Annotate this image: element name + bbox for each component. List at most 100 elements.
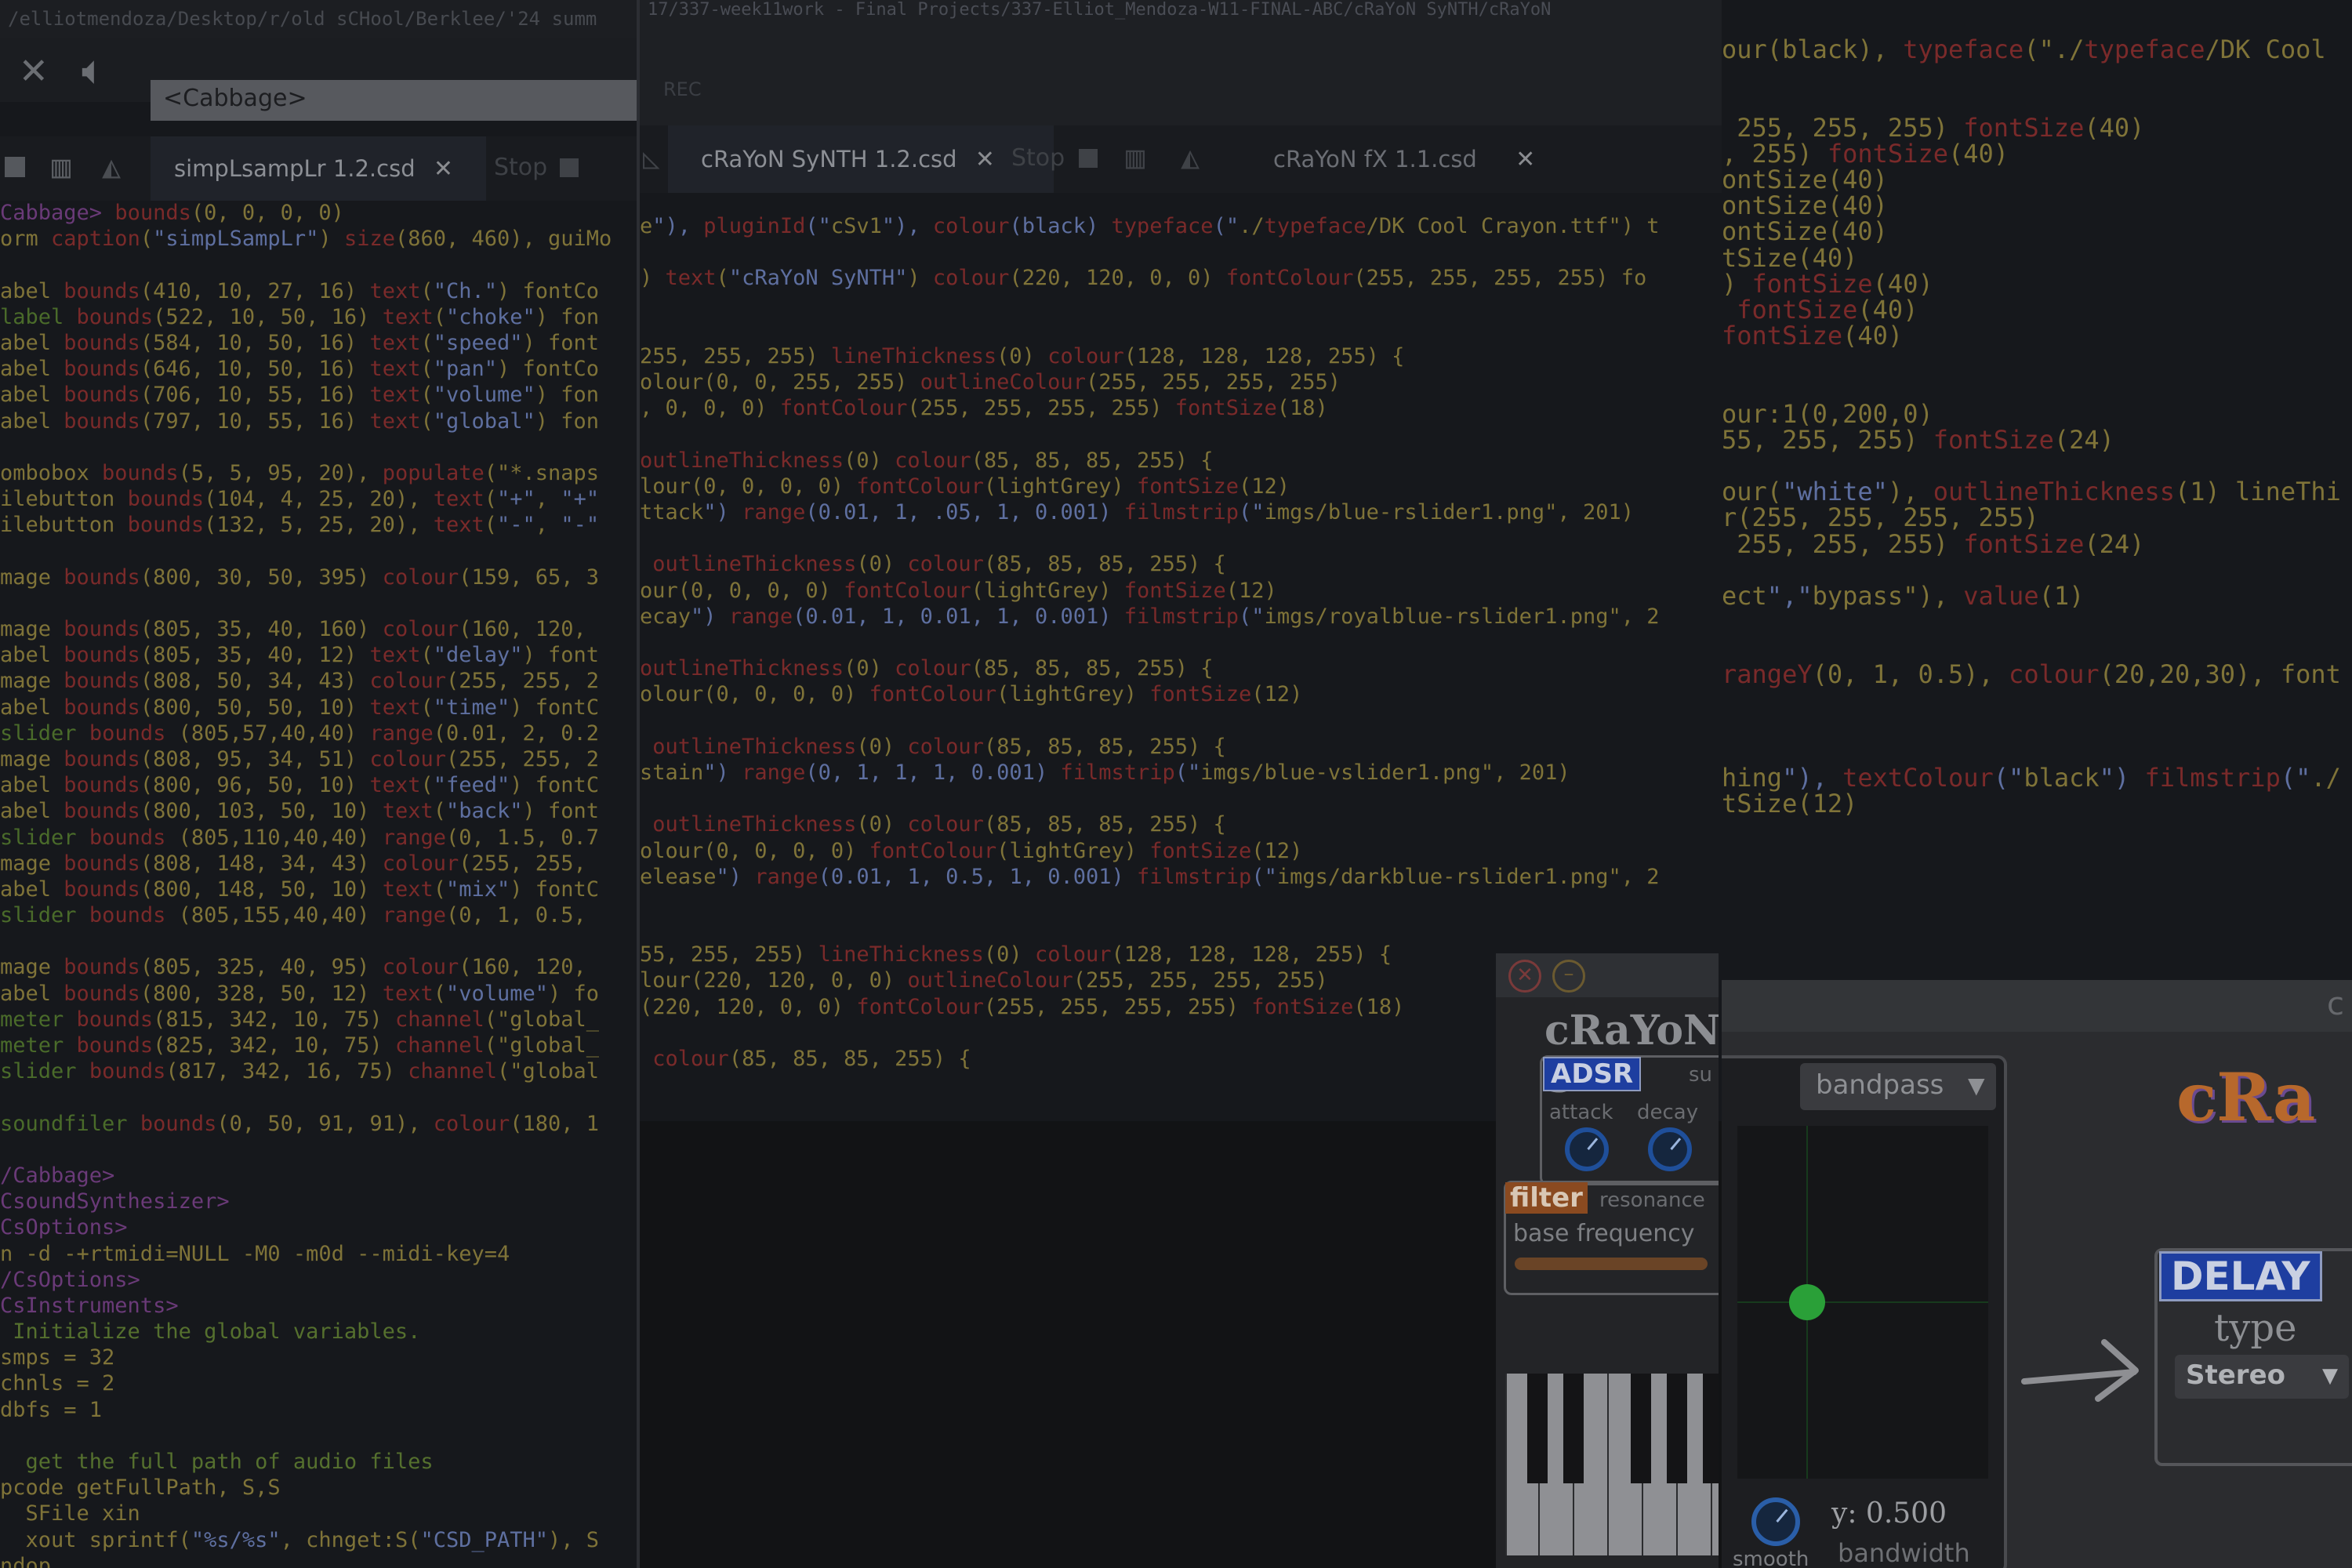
- code-line[interactable]: abel bounds(706, 10, 55, 16) text("volum…: [0, 382, 637, 408]
- code-line[interactable]: outlineThickness(0) colour(85, 85, 85, 2…: [640, 448, 1722, 474]
- left-stop-square-icon[interactable]: [560, 158, 579, 177]
- code-line[interactable]: olour(0, 0, 255, 255) outlineColour(255,…: [640, 369, 1722, 395]
- code-line[interactable]: mage bounds(800, 30, 50, 395) colour(159…: [0, 564, 637, 590]
- code-line[interactable]: mage bounds(808, 50, 34, 43) colour(255,…: [0, 668, 637, 694]
- middle-stop-square-icon[interactable]: [1079, 149, 1098, 168]
- code-line[interactable]: ontSize(40): [1722, 165, 2352, 194]
- code-line[interactable]: [0, 434, 637, 460]
- code-line[interactable]: [1722, 633, 2352, 659]
- decay-knob[interactable]: [1648, 1127, 1692, 1171]
- code-line[interactable]: our(black), typeface("./typeface/DK Cool: [1722, 34, 2352, 64]
- piano-black-key[interactable]: [1631, 1374, 1651, 1483]
- code-line[interactable]: [640, 630, 1722, 655]
- code-line[interactable]: tSize(40): [1722, 243, 2352, 273]
- code-line[interactable]: lour(0, 0, 0, 0) fontColour(lightGrey) f…: [640, 474, 1722, 499]
- code-line[interactable]: [1722, 372, 2352, 398]
- code-line[interactable]: dbfs = 1: [0, 1397, 637, 1423]
- code-line[interactable]: [640, 890, 1722, 916]
- code-line[interactable]: outlineThickness(0) colour(85, 85, 85, 2…: [640, 551, 1722, 577]
- code-line[interactable]: mage bounds(808, 148, 34, 43) colour(255…: [0, 851, 637, 877]
- code-line[interactable]: [640, 292, 1722, 318]
- code-line[interactable]: 255, 255, 255) lineThickness(0) colour(1…: [640, 343, 1722, 369]
- code-line[interactable]: tSize(12): [1722, 789, 2352, 818]
- tab-crayon-fx[interactable]: cRaYoN fX 1.1.csd ✕: [1251, 125, 1571, 193]
- code-line[interactable]: /CsOptions>: [0, 1267, 637, 1293]
- code-line[interactable]: [640, 318, 1722, 343]
- code-line[interactable]: ect","bypass"), value(1): [1722, 581, 2352, 611]
- code-line[interactable]: [0, 1084, 637, 1110]
- code-line[interactable]: ) fontSize(40): [1722, 269, 2352, 299]
- code-line[interactable]: /Cabbage>: [0, 1163, 637, 1189]
- code-line[interactable]: n -d -+rtmidi=NULL -M0 -m0d --midi-key=4: [0, 1241, 637, 1267]
- arrow-icon[interactable]: ◺: [643, 143, 660, 175]
- code-line[interactable]: abel bounds(584, 10, 50, 16) text("speed…: [0, 330, 637, 356]
- left-stop-label[interactable]: Stop: [494, 154, 547, 181]
- middle-code-area[interactable]: e"), pluginId("cSv1"), colour(black) typ…: [640, 213, 1722, 1072]
- code-line[interactable]: rangeY(0, 1, 0.5), colour(20,20,30), fon…: [1722, 659, 2352, 689]
- code-line[interactable]: fontSize(40): [1722, 321, 2352, 350]
- delay-type-dropdown[interactable]: Stereo ▼: [2175, 1355, 2349, 1399]
- close-icon[interactable]: ✕: [434, 155, 453, 183]
- code-line[interactable]: outlineThickness(0) colour(85, 85, 85, 2…: [640, 655, 1722, 681]
- code-line[interactable]: outlineThickness(0) colour(85, 85, 85, 2…: [640, 734, 1722, 760]
- piano-black-key[interactable]: [1703, 1374, 1719, 1483]
- code-line[interactable]: meter bounds(825, 342, 10, 75) channel("…: [0, 1033, 637, 1058]
- code-line[interactable]: smps = 32: [0, 1345, 637, 1370]
- code-line[interactable]: [0, 252, 637, 278]
- code-line[interactable]: mage bounds(805, 325, 40, 95) colour(160…: [0, 954, 637, 980]
- code-line[interactable]: CsoundSynthesizer>: [0, 1189, 637, 1214]
- code-line[interactable]: [640, 708, 1722, 734]
- tab-simplsamplr[interactable]: simpLsampLr 1.2.csd ✕: [151, 136, 486, 201]
- mixer-icon[interactable]: ▥: [1126, 140, 1145, 176]
- code-line[interactable]: outlineThickness(0) colour(85, 85, 85, 2…: [640, 811, 1722, 837]
- code-line[interactable]: SFile xin: [0, 1501, 637, 1526]
- code-line[interactable]: label bounds(522, 10, 50, 16) text("chok…: [0, 304, 637, 330]
- code-line[interactable]: ontSize(40): [1722, 216, 2352, 246]
- code-line[interactable]: ombobox bounds(5, 5, 95, 20), populate("…: [0, 460, 637, 486]
- code-line[interactable]: abel bounds(800, 148, 50, 10) text("mix"…: [0, 877, 637, 902]
- plugin-close-icon[interactable]: ✕: [1508, 960, 1541, 993]
- speaker-icon[interactable]: 🔈︎: [82, 49, 106, 93]
- code-line[interactable]: [0, 1423, 637, 1449]
- xy-pad[interactable]: [1737, 1126, 1988, 1479]
- piano-black-key[interactable]: [1563, 1374, 1584, 1483]
- code-line[interactable]: hing"), textColour("black") filmstrip(".…: [1722, 763, 2352, 793]
- code-line[interactable]: CsInstruments>: [0, 1293, 637, 1319]
- close-icon[interactable]: ✕: [975, 146, 995, 173]
- xy-pad-handle[interactable]: [1789, 1284, 1825, 1320]
- code-line[interactable]: ilebutton bounds(104, 4, 25, 20), text("…: [0, 486, 637, 512]
- code-line[interactable]: our:1(0,200,0): [1722, 399, 2352, 429]
- code-line[interactable]: slider bounds (805,155,40,40) range(0, 1…: [0, 902, 637, 928]
- code-line[interactable]: [1722, 607, 2352, 633]
- base-frequency-slider[interactable]: [1515, 1258, 1708, 1270]
- code-line[interactable]: our(0, 0, 0, 0) fontColour(lightGrey) fo…: [640, 578, 1722, 604]
- code-line[interactable]: abel bounds(797, 10, 55, 16) text("globa…: [0, 408, 637, 434]
- code-line[interactable]: [0, 928, 637, 954]
- code-line[interactable]: [1722, 86, 2352, 112]
- code-line[interactable]: [1722, 711, 2352, 737]
- stop-square-icon[interactable]: [5, 157, 25, 177]
- middle-stop-label[interactable]: Stop: [1011, 144, 1065, 172]
- code-line[interactable]: ecay") range(0.01, 1, 0.01, 1, 0.001) fi…: [640, 604, 1722, 630]
- code-line[interactable]: xout sprintf("%s/%s", chnget:S("CSD_PATH…: [0, 1527, 637, 1553]
- code-line[interactable]: orm caption("simpLSampLr") size(860, 460…: [0, 226, 637, 252]
- code-line[interactable]: mage bounds(805, 35, 40, 160) colour(160…: [0, 616, 637, 642]
- rec-label[interactable]: REC: [663, 78, 702, 100]
- code-line[interactable]: ilebutton bounds(132, 5, 25, 20), text("…: [0, 512, 637, 538]
- close-icon[interactable]: ✕: [1515, 146, 1535, 173]
- code-line[interactable]: mage bounds(808, 95, 34, 51) colour(255,…: [0, 746, 637, 772]
- code-line[interactable]: 55, 255, 255) fontSize(24): [1722, 425, 2352, 455]
- code-line[interactable]: , 0, 0, 0) fontColour(255, 255, 255, 255…: [640, 395, 1722, 421]
- code-line[interactable]: slider bounds (805,57,40,40) range(0.01,…: [0, 720, 637, 746]
- code-line[interactable]: [0, 538, 637, 564]
- code-line[interactable]: [0, 1137, 637, 1163]
- piano-black-key[interactable]: [1527, 1374, 1548, 1483]
- code-line[interactable]: [1722, 737, 2352, 763]
- code-line[interactable]: stain") range(0, 1, 1, 1, 0.001) filmstr…: [640, 760, 1722, 786]
- code-line[interactable]: [640, 786, 1722, 811]
- code-line[interactable]: abel bounds(646, 10, 50, 16) text("pan")…: [0, 356, 637, 382]
- code-line[interactable]: ) text("cRaYoN SyNTH") colour(220, 120, …: [640, 265, 1722, 291]
- code-line[interactable]: abel bounds(800, 328, 50, 12) text("volu…: [0, 981, 637, 1007]
- code-line[interactable]: slider bounds(817, 342, 16, 75) channel(…: [0, 1058, 637, 1084]
- code-line[interactable]: [640, 916, 1722, 942]
